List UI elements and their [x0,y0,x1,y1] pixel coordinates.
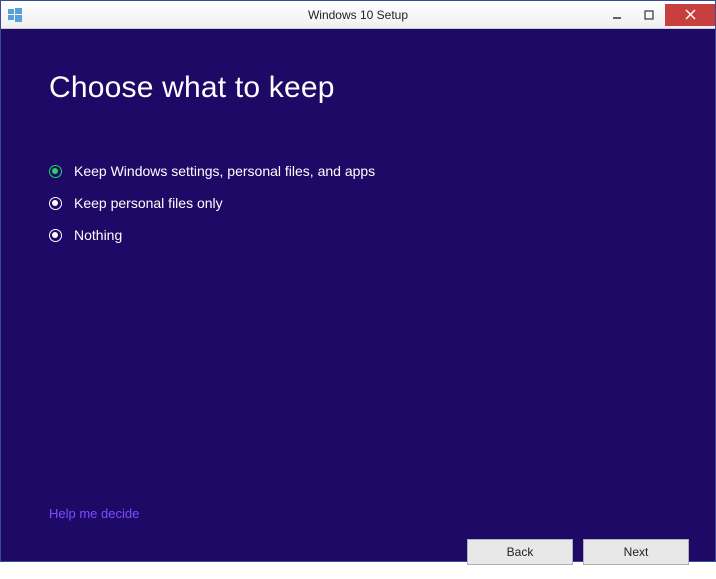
minimize-button[interactable] [601,4,633,26]
page-heading: Choose what to keep [49,71,703,105]
maximize-button[interactable] [633,4,665,26]
next-button[interactable]: Next [583,539,689,565]
inner-panel: Choose what to keep Keep Windows setting… [13,71,703,579]
setup-window: Windows 10 Setup Choose what to keep Kee… [0,0,716,562]
back-button[interactable]: Back [467,539,573,565]
option-label: Nothing [74,227,122,243]
footer-buttons: Back Next [467,539,689,565]
option-keep-files[interactable]: Keep personal files only [49,195,703,211]
option-label: Keep personal files only [74,195,223,211]
option-keep-all[interactable]: Keep Windows settings, personal files, a… [49,163,703,179]
window-controls [601,4,715,26]
option-nothing[interactable]: Nothing [49,227,703,243]
help-link[interactable]: Help me decide [49,506,139,521]
radio-icon [49,197,62,210]
close-button[interactable] [665,4,715,26]
option-label: Keep Windows settings, personal files, a… [74,163,375,179]
radio-icon [49,165,62,178]
options-group: Keep Windows settings, personal files, a… [49,163,703,243]
content-area: Choose what to keep Keep Windows setting… [1,29,715,561]
radio-icon [49,229,62,242]
titlebar: Windows 10 Setup [1,1,715,29]
app-icon [7,7,23,23]
